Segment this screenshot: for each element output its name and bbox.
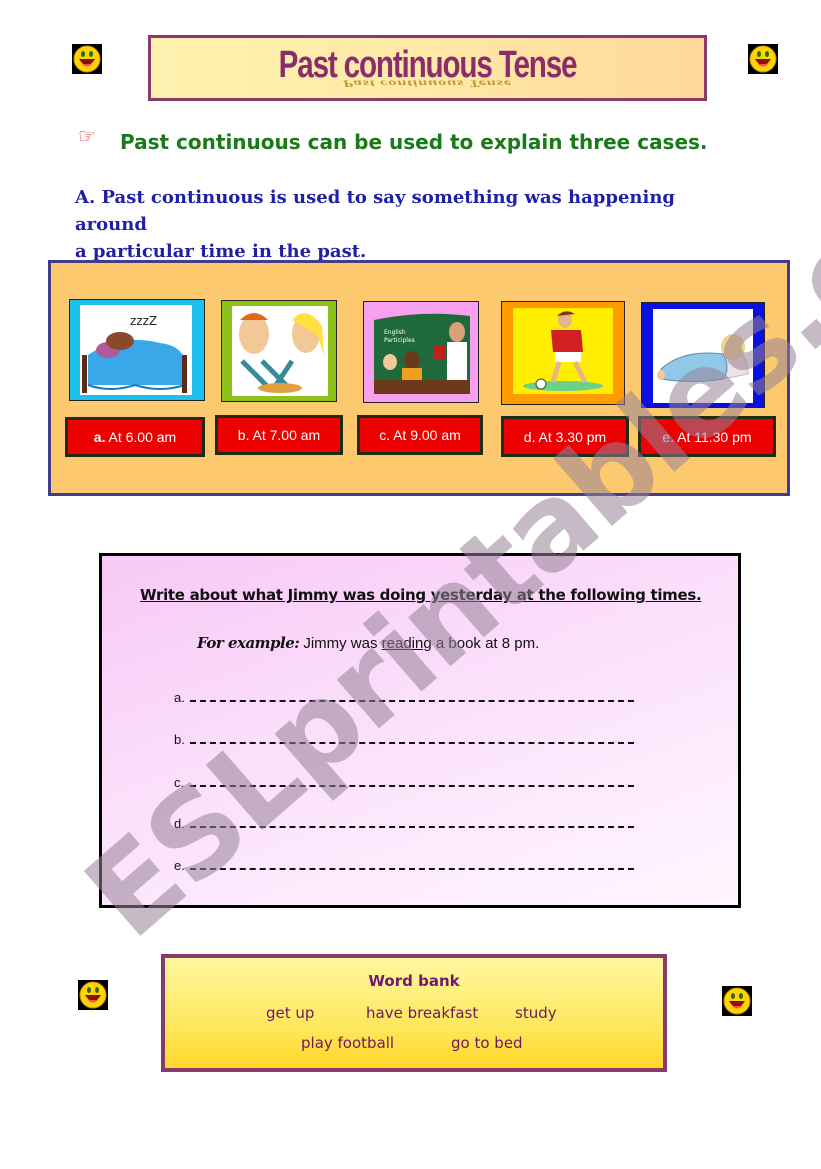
section-heading: Past continuous can be used to explain t… [120,130,708,154]
classroom-study-picture: English Participles [363,301,479,403]
example-text-before: Jimmy was [303,635,382,652]
answer-label: c. [174,775,185,790]
page-title: Past continuous Tense [278,44,578,86]
time-label: At 6.00 am [108,429,177,445]
example-label: For example: [197,634,300,652]
exercise-instruction: Write about what Jimmy was doing yesterd… [140,586,702,604]
svg-text:Participles: Participles [384,337,415,344]
time-button-d[interactable]: d. At 3.30 pm [501,416,629,457]
time-letter: c. [379,427,391,443]
title-banner: Past continuous Tense Past continuous Te… [148,35,707,101]
smiley-face-icon [72,44,102,74]
time-letter: d. [523,428,536,445]
answer-blank[interactable] [190,700,634,702]
answer-line-b[interactable]: b. [174,727,634,747]
word-bank: Word bank get up have breakfast study pl… [161,954,667,1072]
word-bank-title: Word bank [368,972,460,990]
smiley-face-icon [722,986,752,1016]
answer-blank[interactable] [190,785,634,787]
rule-a-line-1: A. Past continuous is used to say someth… [75,187,676,235]
answer-line-e[interactable]: e. [174,853,634,873]
example-sentence: For example: Jimmy was reading a book at … [197,634,539,652]
time-button-e[interactable]: e. At 11.30 pm [638,416,776,457]
answer-line-c[interactable]: c. [174,770,634,790]
time-label: At 7.00 am [252,427,321,443]
time-letter: b. [237,427,250,443]
eating-breakfast-picture [221,300,337,402]
football-illustration [513,308,613,394]
answer-blank[interactable] [190,868,634,870]
time-button-a[interactable]: a. At 6.00 am [65,417,205,457]
answer-blank[interactable] [190,826,634,828]
svg-text:English: English [384,329,406,336]
example-text-after: a book at 8 pm. [431,635,540,652]
answer-label: b. [174,732,185,747]
word-bank-item: have breakfast [366,1004,479,1022]
answer-label: a. [174,690,185,705]
time-label: At 9.00 am [393,427,461,443]
answer-blank[interactable] [190,742,634,744]
word-bank-item: play football [301,1034,395,1052]
exercise-box: Write about what Jimmy was doing yesterd… [99,553,741,908]
sleeping-boy-illustration [653,309,753,403]
time-button-c[interactable]: c. At 9.00 am [357,415,483,455]
time-letter: a. [93,429,106,445]
smiley-face-icon [78,980,108,1010]
sleeping-in-bed-picture: zzzZ [69,299,205,401]
time-letter: e. [662,428,675,445]
time-label: At 11.30 pm [677,428,752,445]
answer-line-d[interactable]: d. [174,811,634,831]
answer-label: d. [174,816,185,831]
smiley-face-icon [748,44,778,74]
going-to-bed-picture [641,302,765,408]
pictures-panel: zzzZ English Participles a. At 6.00 am b… [48,260,790,496]
time-label: At 3.30 pm [538,428,607,445]
word-bank-item: go to bed [451,1034,523,1052]
word-bank-item: get up [266,1004,315,1022]
pointing-hand-icon: ☞ [78,124,96,148]
svg-text:zzzZ: zzzZ [130,314,157,328]
word-bank-item: study [515,1004,557,1022]
breakfast-illustration [232,306,328,396]
playing-football-picture [501,301,625,405]
answer-label: e. [174,858,185,873]
example-underlined-verb: reading [381,635,432,652]
rule-a-text: A. Past continuous is used to say someth… [75,184,715,265]
time-button-b[interactable]: b. At 7.00 am [215,415,343,455]
answer-line-a[interactable]: a. [174,685,634,705]
bed-illustration: zzzZ [80,305,192,395]
classroom-illustration: English Participles [374,313,470,394]
